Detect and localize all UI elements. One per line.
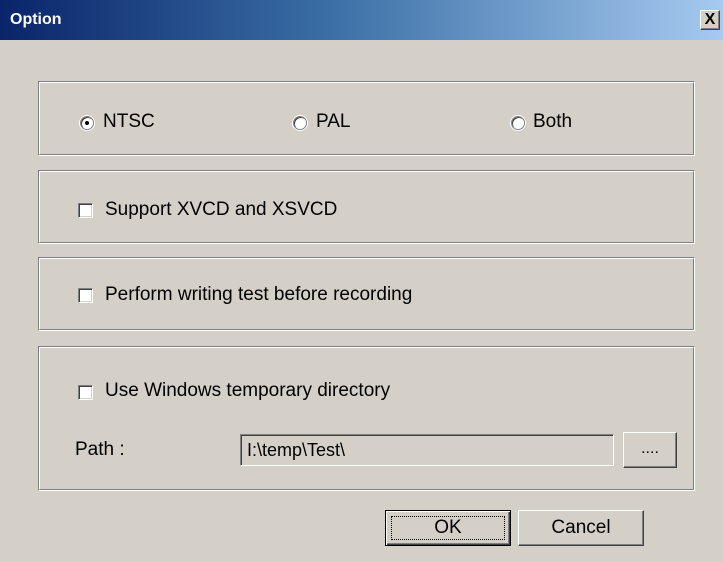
title-bar[interactable]: Option X: [0, 0, 723, 40]
radio-pal[interactable]: [293, 116, 307, 130]
cancel-button[interactable]: Cancel: [518, 510, 644, 546]
path-label: Path :: [75, 439, 125, 460]
radio-both-label[interactable]: Both: [533, 111, 572, 133]
xvcd-label[interactable]: Support XVCD and XSVCD: [105, 199, 337, 221]
xvcd-checkbox[interactable]: [78, 203, 93, 218]
radio-both[interactable]: [511, 116, 525, 130]
option-dialog: Option X NTSC PAL Both Support XVCD and …: [0, 0, 723, 562]
ok-button[interactable]: OK: [385, 510, 511, 546]
cancel-button-label: Cancel: [551, 517, 611, 538]
window-title: Option: [10, 11, 62, 28]
radio-selected-dot: [85, 121, 89, 125]
radio-pal-label[interactable]: PAL: [316, 111, 351, 133]
browse-button-label: ....: [641, 440, 659, 457]
temp-dir-label[interactable]: Use Windows temporary directory: [105, 380, 390, 402]
browse-button[interactable]: ....: [623, 432, 677, 468]
close-icon: X: [704, 11, 716, 28]
path-input[interactable]: [240, 434, 614, 466]
focus-rectangle: [391, 516, 505, 540]
close-button[interactable]: X: [700, 10, 720, 30]
radio-ntsc-label[interactable]: NTSC: [103, 111, 155, 133]
writing-test-label[interactable]: Perform writing test before recording: [105, 284, 412, 306]
writing-test-checkbox[interactable]: [78, 288, 93, 303]
temp-directory-group: [38, 346, 695, 491]
radio-ntsc[interactable]: [80, 116, 94, 130]
temp-dir-checkbox[interactable]: [78, 385, 93, 400]
